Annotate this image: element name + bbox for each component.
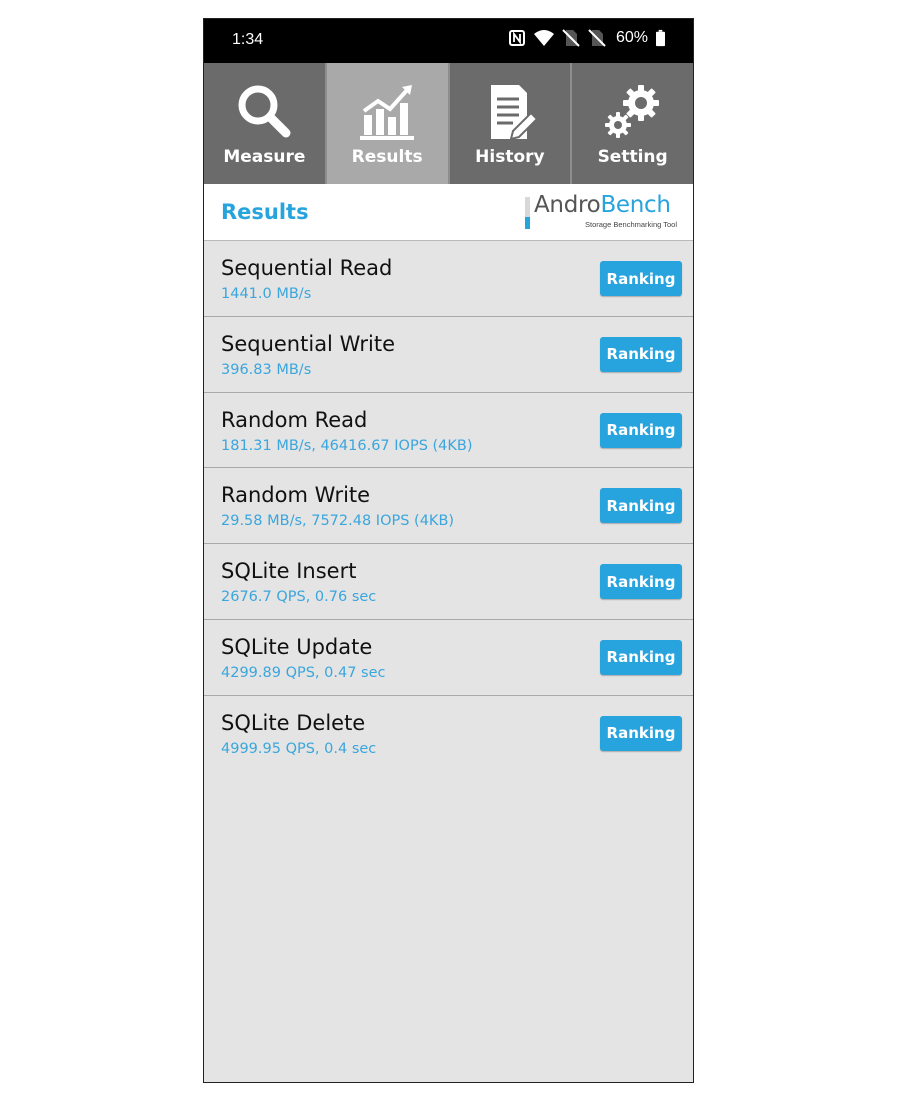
battery-percentage: 60% [615,29,648,46]
result-value: 4999.95 QPS, 0.4 sec [221,740,377,757]
tab-bar: Measure Results History Setting [204,63,693,184]
ranking-button[interactable]: Ranking [600,336,682,372]
logo-bar-icon [525,197,530,229]
result-value: 2676.7 QPS, 0.76 sec [221,589,377,606]
logo-bench: Bench [600,192,671,218]
result-row-sqlite-update: SQLite Update 4299.89 QPS, 0.47 sec Rank… [204,619,693,696]
tab-measure[interactable]: Measure [204,63,327,184]
results-list: Sequential Read 1441.0 MB/s Ranking Sequ… [204,241,693,772]
wifi-icon [533,30,554,46]
ranking-button[interactable]: Ranking [600,261,682,296]
ranking-button[interactable]: Ranking [600,715,682,751]
result-row-sequential-read: Sequential Read 1441.0 MB/s Ranking [204,241,693,317]
document-pencil-icon [490,85,539,141]
ranking-button[interactable]: Ranking [600,412,682,448]
tab-label: Results [351,147,423,167]
result-row-sequential-write: Sequential Write 396.83 MB/s Ranking [204,316,693,393]
logo-subtitle: Storage Benchmarking Tool [585,220,677,229]
ranking-button[interactable]: Ranking [600,639,682,675]
result-row-random-read: Random Read 181.31 MB/s, 46416.67 IOPS (… [204,392,693,469]
result-name: SQLite Update [221,634,373,659]
battery-icon [656,29,665,47]
result-value: 4299.89 QPS, 0.47 sec [221,664,386,681]
logo-name: AndroBench [534,192,671,218]
status-time: 1:34 [232,31,264,48]
result-row-sqlite-insert: SQLite Insert 2676.7 QPS, 0.76 sec Ranki… [204,544,693,620]
result-name: SQLite Delete [221,710,366,735]
result-value: 396.83 MB/s [221,361,312,378]
tab-setting[interactable]: Setting [572,63,693,184]
tab-results[interactable]: Results [326,63,450,184]
phone-screen: 1:34 60% Measure Results History Setting… [203,18,694,1083]
androbench-logo: AndroBench Storage Benchmarking Tool [525,192,677,230]
no-sim-icon [562,29,580,47]
logo-andro: Andro [534,192,601,218]
result-value: 1441.0 MB/s [221,286,312,302]
result-value: 29.58 MB/s, 7572.48 IOPS (4KB) [221,513,455,530]
magnifier-icon [238,85,291,138]
result-row-random-write: Random Write 29.58 MB/s, 7572.48 IOPS (4… [204,468,693,545]
tab-history[interactable]: History [449,63,573,184]
gears-icon [604,85,659,138]
result-name: SQLite Insert [221,559,357,584]
nfc-icon [508,30,525,46]
ranking-button[interactable]: Ranking [600,488,682,524]
tab-label: Measure [223,147,306,167]
result-value: 181.31 MB/s, 46416.67 IOPS (4KB) [221,437,473,454]
no-sim-icon [588,29,606,47]
result-name: Random Read [221,407,368,432]
tab-label: Setting [597,147,668,167]
bar-chart-icon [360,85,415,140]
status-icons: 60% [508,29,665,47]
result-name: Sequential Read [221,256,393,280]
ranking-button[interactable]: Ranking [600,564,682,600]
results-header: Results AndroBench Storage Benchmarking … [204,184,693,241]
page-title: Results [221,200,309,224]
result-name: Random Write [221,483,371,508]
result-name: Sequential Write [221,331,396,356]
result-row-sqlite-delete: SQLite Delete 4999.95 QPS, 0.4 sec Ranki… [204,695,693,772]
status-bar: 1:34 60% [204,19,693,63]
tab-label: History [475,147,545,167]
